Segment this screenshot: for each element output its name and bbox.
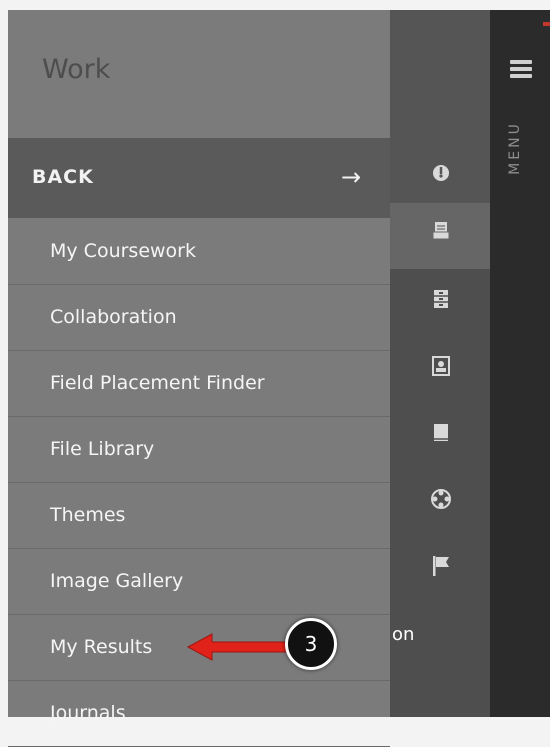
coursework-tray-icon[interactable] — [430, 220, 452, 242]
icon-column — [390, 10, 490, 717]
nav-item-label: Image Gallery — [50, 570, 184, 592]
nav-item-label: Themes — [50, 504, 126, 526]
nav-item-journals[interactable]: Journals — [8, 680, 390, 747]
nav-item-image-gallery[interactable]: Image Gallery — [8, 548, 390, 615]
menu-label[interactable]: MENU — [503, 112, 523, 192]
nav-item-label: File Library — [50, 438, 155, 460]
flag-icon[interactable] — [430, 555, 452, 577]
dashboard-icon[interactable] — [430, 162, 452, 184]
step-number: 3 — [304, 632, 318, 656]
step-number-callout: 3 — [285, 618, 337, 670]
back-label: BACK — [32, 166, 94, 188]
left-border — [0, 10, 8, 717]
panel-title: Work — [42, 54, 111, 85]
work-submenu-panel: Work BACK → My Coursework Collaboration … — [8, 10, 390, 747]
menu-bar: MENU — [490, 10, 550, 717]
community-icon[interactable] — [430, 488, 452, 510]
arrow-right-icon: → — [341, 163, 362, 191]
book-icon[interactable] — [430, 422, 452, 444]
nav-item-field-placement-finder[interactable]: Field Placement Finder — [8, 350, 390, 417]
hamburger-menu-icon[interactable] — [510, 60, 532, 78]
nav-item-file-library[interactable]: File Library — [8, 416, 390, 483]
nav-item-label: Collaboration — [50, 306, 177, 328]
truncated-menu-text: on — [392, 624, 415, 645]
top-border — [0, 0, 550, 10]
nav-item-collaboration[interactable]: Collaboration — [8, 284, 390, 351]
nav-item-themes[interactable]: Themes — [8, 482, 390, 549]
annotation-arrow — [186, 633, 289, 661]
back-button[interactable]: BACK → — [8, 138, 390, 218]
file-cabinet-icon[interactable] — [430, 288, 452, 310]
nav-item-my-coursework[interactable]: My Coursework — [8, 218, 390, 285]
nav-item-label: Journals — [50, 702, 126, 724]
portfolio-icon[interactable] — [430, 355, 452, 377]
red-edge-mark — [543, 22, 550, 26]
nav-item-label: My Coursework — [50, 240, 196, 262]
nav-item-label: Field Placement Finder — [50, 372, 265, 394]
nav-item-label: My Results — [50, 636, 153, 658]
